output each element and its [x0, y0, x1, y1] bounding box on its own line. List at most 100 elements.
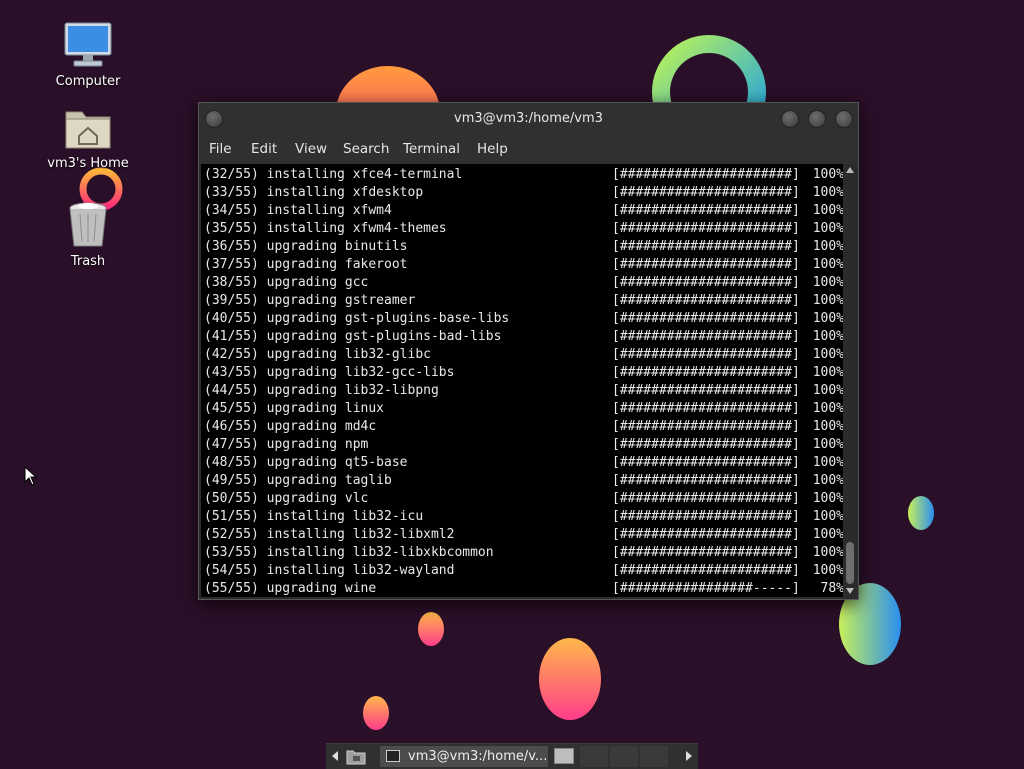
progress-bar-text: [######################]: [612, 311, 800, 326]
taskbar-scroll-left-icon[interactable]: [332, 751, 338, 761]
terminal-line-text: (47/55) upgrading npm: [204, 437, 369, 452]
workspace-1[interactable]: [554, 748, 574, 764]
terminal-line-text: (38/55) upgrading gcc: [204, 275, 369, 290]
progress-bar-text: [######################]: [612, 383, 800, 398]
terminal-line: (37/55) upgrading fakeroot [#############…: [204, 256, 843, 274]
taskbar: vm3@vm3:/home/v...: [326, 743, 698, 769]
terminal-line: (41/55) upgrading gst-plugins-bad-libs [#…: [204, 328, 843, 346]
workspace-4[interactable]: [640, 746, 668, 767]
trash-icon: [62, 202, 114, 250]
scroll-up-arrow-icon[interactable]: [846, 167, 854, 173]
progress-percent: 100%: [812, 365, 843, 380]
terminal-line: (40/55) upgrading gst-plugins-base-libs […: [204, 310, 843, 328]
menu-search[interactable]: Search: [343, 141, 389, 157]
progress-bar-text: [######################]: [612, 347, 800, 362]
terminal-line-text: (41/55) upgrading gst-plugins-bad-libs: [204, 329, 502, 344]
progress-bar-text: [######################]: [612, 239, 800, 254]
progress-percent: 100%: [812, 293, 843, 308]
progress-percent: 78%: [812, 581, 844, 596]
progress-bar-text: [######################]: [612, 203, 800, 218]
progress-percent: 100%: [812, 473, 843, 488]
progress-percent: 100%: [812, 563, 843, 578]
progress-percent: 100%: [812, 527, 843, 542]
desktop-icon-home[interactable]: vm3's Home: [38, 104, 138, 171]
terminal-output[interactable]: (32/55) installing xfce4-terminal [######…: [201, 164, 843, 597]
terminal-line: (44/55) upgrading lib32-libpng [#########…: [204, 382, 843, 400]
desktop-icon-trash[interactable]: Trash: [38, 202, 138, 269]
menu-file[interactable]: File: [209, 141, 232, 157]
progress-bar-text: [######################]: [612, 365, 800, 380]
desktop-icon-computer[interactable]: Computer: [38, 22, 138, 89]
scroll-down-arrow-icon[interactable]: [846, 588, 854, 594]
menu-bar: File Edit View Search Terminal Help: [199, 135, 858, 164]
terminal-line: (42/55) upgrading lib32-glibc [##########…: [204, 346, 843, 364]
workspace-2[interactable]: [580, 746, 608, 767]
progress-bar-text: [######################]: [612, 221, 800, 236]
taskbar-task-label: vm3@vm3:/home/v...: [408, 749, 548, 764]
terminal-line: (46/55) upgrading md4c [#################…: [204, 418, 843, 436]
show-desktop-icon[interactable]: [346, 747, 366, 765]
progress-percent: 100%: [812, 221, 843, 236]
menu-terminal[interactable]: Terminal: [403, 141, 460, 157]
progress-percent: 100%: [812, 437, 843, 452]
progress-percent: 100%: [812, 491, 843, 506]
progress-bar-text: [#################-----]: [612, 581, 800, 596]
terminal-line: (43/55) upgrading lib32-gcc-libs [#######…: [204, 364, 843, 382]
progress-bar-text: [######################]: [612, 275, 800, 290]
terminal-line: (54/55) installing lib32-wayland [#######…: [204, 562, 843, 580]
home-folder-icon: [62, 104, 114, 152]
progress-percent: 100%: [812, 257, 843, 272]
terminal-line-text: (52/55) installing lib32-libxml2: [204, 527, 455, 542]
taskbar-task-terminal[interactable]: vm3@vm3:/home/v...: [380, 746, 548, 767]
maximize-button[interactable]: [808, 110, 826, 128]
progress-percent: 100%: [812, 509, 843, 524]
progress-bar-text: [######################]: [612, 509, 800, 524]
terminal-line-text: (40/55) upgrading gst-plugins-base-libs: [204, 311, 510, 326]
progress-bar-text: [######################]: [612, 545, 800, 560]
terminal-line: (33/55) installing xfdesktop [###########…: [204, 184, 843, 202]
workspace-3[interactable]: [610, 746, 638, 767]
progress-bar-text: [######################]: [612, 329, 800, 344]
terminal-line-text: (36/55) upgrading binutils: [204, 239, 408, 254]
progress-bar-text: [######################]: [612, 473, 800, 488]
minimize-button[interactable]: [781, 110, 799, 128]
progress-percent: 100%: [812, 545, 843, 560]
terminal-line-text: (39/55) upgrading gstreamer: [204, 293, 416, 308]
progress-percent: 100%: [812, 185, 843, 200]
progress-percent: 100%: [812, 419, 843, 434]
terminal-window: vm3@vm3:/home/vm3 File Edit View Search …: [198, 102, 859, 600]
terminal-line: (52/55) installing lib32-libxml2 [#######…: [204, 526, 843, 544]
computer-icon: [62, 22, 114, 70]
terminal-line: (38/55) upgrading gcc [##################…: [204, 274, 843, 292]
window-title: vm3@vm3:/home/vm3: [454, 111, 603, 126]
progress-percent: 100%: [812, 383, 843, 398]
scrollbar[interactable]: [844, 164, 856, 597]
progress-percent: 100%: [812, 455, 843, 470]
terminal-line: (50/55) upgrading vlc [##################…: [204, 490, 843, 508]
close-button[interactable]: [835, 110, 853, 128]
menu-help[interactable]: Help: [477, 141, 508, 157]
desktop-icon-label: Computer: [55, 74, 121, 89]
progress-bar-text: [######################]: [612, 185, 800, 200]
terminal-line-text: (51/55) installing lib32-icu: [204, 509, 424, 524]
progress-bar-text: [######################]: [612, 527, 800, 542]
terminal-line-text: (45/55) upgrading linux: [204, 401, 385, 416]
terminal-line-text: (42/55) upgrading lib32-glibc: [204, 347, 431, 362]
terminal-line-text: (32/55) installing xfce4-terminal: [204, 167, 463, 182]
scrollbar-thumb[interactable]: [846, 542, 854, 584]
progress-bar-text: [######################]: [612, 167, 800, 182]
terminal-line-text: (46/55) upgrading md4c: [204, 419, 377, 434]
taskbar-scroll-right-icon[interactable]: [686, 751, 692, 761]
progress-percent: 100%: [812, 401, 843, 416]
progress-bar-text: [######################]: [612, 455, 800, 470]
terminal-line: (53/55) installing lib32-libxkbcommon [##…: [204, 544, 843, 562]
menu-edit[interactable]: Edit: [251, 141, 277, 157]
terminal-line-text: (53/55) installing lib32-libxkbcommon: [204, 545, 494, 560]
progress-percent: 100%: [812, 329, 843, 344]
menu-view[interactable]: View: [295, 141, 327, 157]
progress-bar-text: [######################]: [612, 437, 800, 452]
window-titlebar[interactable]: vm3@vm3:/home/vm3: [199, 103, 858, 135]
terminal-line: (47/55) upgrading npm [##################…: [204, 436, 843, 454]
terminal-line: (34/55) installing xfwm4 [###############…: [204, 202, 843, 220]
terminal-line-text: (44/55) upgrading lib32-libpng: [204, 383, 439, 398]
